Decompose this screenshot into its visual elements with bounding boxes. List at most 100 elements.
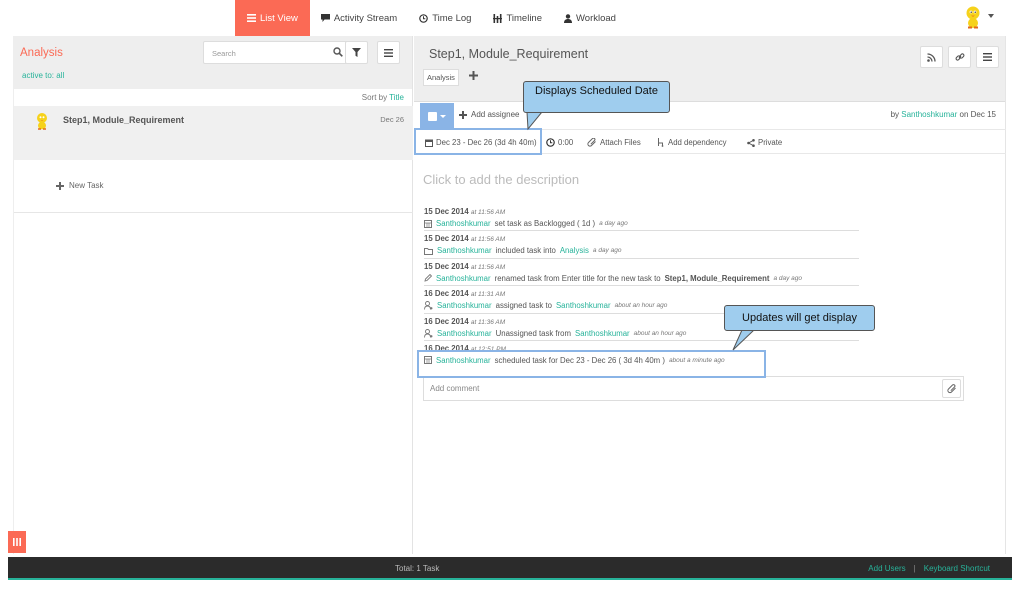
task-list-panel: Analysis active to: all Search Sort by T…: [13, 36, 413, 554]
task-title[interactable]: Step1, Module_Requirement: [429, 47, 588, 61]
activity-ago: a day ago: [592, 247, 622, 255]
activity-date-label: 16 Dec 2014: [424, 289, 469, 299]
pencil-icon: [424, 274, 432, 282]
activity-divider: [424, 230, 859, 232]
activity-user-link[interactable]: Santhoshkumar: [436, 219, 491, 228]
by-prefix: by: [890, 110, 902, 119]
nav-label: Time Log: [432, 12, 472, 24]
creator-link[interactable]: Santhoshkumar: [901, 110, 957, 119]
nav-list-view[interactable]: List View: [235, 0, 310, 36]
search-input[interactable]: Search: [203, 41, 350, 64]
activity-divider: [424, 285, 859, 287]
activity-date: 16 Dec 2014 at 11:31 AM: [424, 288, 864, 298]
activity-divider: [424, 339, 859, 341]
activity-user-link[interactable]: Santhoshkumar: [437, 329, 492, 338]
options-button[interactable]: [976, 46, 999, 68]
add-assignee-label: Add assignee: [471, 110, 520, 119]
footer-separator: |: [913, 564, 916, 573]
keyboard-shortcut-link[interactable]: Keyboard Shortcut: [924, 564, 990, 573]
nav-timeline[interactable]: Timeline: [482, 0, 553, 36]
time-label: 0:00: [558, 138, 574, 147]
activity-text: Unassigned task from: [495, 328, 572, 338]
nav-time-log[interactable]: Time Log: [408, 0, 482, 36]
filter-icon: [352, 48, 361, 57]
list-icon: [247, 14, 256, 22]
nav-label: Activity Stream: [333, 12, 398, 24]
private-label: Private: [758, 138, 783, 147]
assign-row: Add assignee by Santhoshkumar on Dec 15: [414, 102, 1006, 130]
activity-entry: 15 Dec 2014 at 11:56 AM Santhoshkumar in…: [424, 233, 864, 260]
status-checkbox[interactable]: [420, 103, 454, 129]
sort-by: Sort by Title: [362, 93, 404, 102]
chevron-down-icon[interactable]: [440, 114, 446, 118]
activity-line: Santhoshkumar set task as Backlogged ( 1…: [424, 219, 864, 228]
link-button[interactable]: [948, 46, 971, 68]
task-detail-header: Step1, Module_Requirement Analysis: [414, 36, 1005, 102]
nav-label: List View: [260, 12, 298, 24]
task-total: Total: 1 Task: [395, 564, 440, 573]
menu-button[interactable]: [377, 41, 400, 64]
filter-button[interactable]: [345, 41, 368, 64]
description-placeholder[interactable]: Click to add the description: [423, 172, 579, 187]
activity-date-label: 15 Dec 2014: [424, 234, 469, 244]
user-avatar[interactable]: [962, 5, 984, 29]
activity-date: 15 Dec 2014 at 11:56 AM: [424, 206, 864, 216]
activity-entry: 15 Dec 2014 at 11:56 AM Santhoshkumar se…: [424, 206, 864, 233]
activity-user-link[interactable]: Santhoshkumar: [437, 301, 492, 310]
side-toggle-button[interactable]: [8, 531, 26, 553]
task-list-item[interactable]: Step1, Module_Requirement Dec 26: [14, 106, 413, 160]
dependency-label: Add dependency: [668, 138, 727, 147]
folder-icon: [424, 247, 433, 255]
activity-user-link[interactable]: Santhoshkumar: [437, 246, 492, 255]
attach-files-button[interactable]: Attach Files: [587, 138, 641, 147]
activity-target-link[interactable]: Santhoshkumar: [575, 329, 630, 338]
activity-time: at 11:56 AM: [470, 209, 506, 216]
activity-target-link[interactable]: Santhoshkumar: [556, 301, 611, 310]
share-icon: [747, 138, 755, 147]
sort-prefix: Sort by: [361, 93, 390, 102]
activity-log: 15 Dec 2014 at 11:56 AM Santhoshkumar se…: [424, 206, 864, 370]
attach-comment-button[interactable]: [942, 379, 961, 398]
add-assignee-button[interactable]: Add assignee: [459, 110, 519, 119]
plus-icon: [56, 181, 64, 190]
activity-text: renamed task from Enter title for the ne…: [494, 273, 661, 283]
activity-line: Santhoshkumar renamed task from Enter ti…: [424, 274, 864, 283]
activity-text: assigned task to: [495, 301, 552, 311]
callout-updates-text: Updates will get display: [742, 312, 857, 324]
chevron-down-icon[interactable]: [988, 14, 994, 18]
add-dependency-button[interactable]: Add dependency: [657, 138, 727, 147]
activity-date-label: 15 Dec 2014: [424, 207, 469, 216]
activity-text: set task as Backlogged ( 1d ): [494, 219, 596, 228]
menu-icon: [384, 48, 393, 57]
footer-links: Add Users | Keyboard Shortcut: [868, 564, 990, 573]
paperclip-icon: [587, 138, 596, 147]
timeline-icon: [493, 13, 503, 23]
rss-button[interactable]: [920, 46, 943, 68]
nav-label: Workload: [576, 12, 616, 24]
activity-date-label: 16 Dec 2014: [424, 316, 469, 326]
update-highlight: [417, 350, 766, 378]
checkbox[interactable]: [428, 111, 437, 121]
list-filters[interactable]: active to: all: [22, 71, 64, 80]
activity-time: at 11:36 AM: [470, 318, 506, 326]
search-icon[interactable]: [333, 47, 343, 57]
list-title[interactable]: Analysis: [20, 47, 63, 59]
sort-field[interactable]: Title: [389, 93, 404, 102]
menu-icon: [983, 53, 992, 61]
nav-activity-stream[interactable]: Activity Stream: [310, 0, 408, 36]
user-assign-icon: [424, 301, 433, 310]
task-tag[interactable]: Analysis: [423, 69, 459, 86]
activity-target-link[interactable]: Analysis: [560, 246, 589, 255]
add-users-link[interactable]: Add Users: [868, 564, 905, 573]
comment-input[interactable]: Add comment: [423, 376, 964, 401]
add-tag-icon[interactable]: [469, 71, 478, 80]
comment-placeholder: Add comment: [430, 384, 480, 393]
search-placeholder: Search: [212, 49, 236, 58]
time-tracker[interactable]: 0:00: [546, 138, 573, 147]
comment-icon: [320, 14, 330, 22]
private-button[interactable]: Private: [747, 138, 782, 147]
new-task-button[interactable]: New Task: [56, 181, 104, 190]
rss-icon: [927, 52, 936, 62]
nav-workload[interactable]: Workload: [553, 0, 627, 36]
activity-user-link[interactable]: Santhoshkumar: [436, 274, 491, 283]
